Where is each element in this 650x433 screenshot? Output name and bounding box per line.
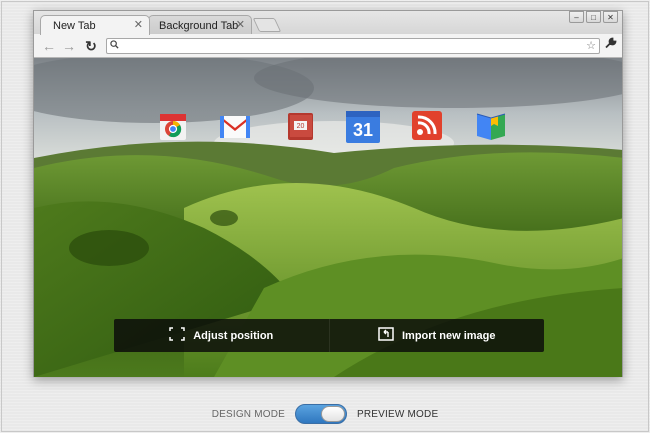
reload-button[interactable]: ↻ — [82, 37, 100, 55]
omnibox-input[interactable]: ☆ — [106, 38, 600, 54]
minimize-button[interactable]: – — [569, 11, 584, 23]
toolbar: ← → ↻ ☆ — [34, 34, 622, 58]
search-icon — [110, 40, 119, 52]
tab-label: New Tab — [53, 19, 96, 32]
window-controls: – □ ✕ — [569, 11, 618, 23]
adjust-position-button[interactable]: Adjust position — [114, 319, 329, 352]
app-calendar-book-icon[interactable]: 20 — [284, 108, 318, 142]
new-tab-page: 20 31 Adjust position Import new image — [34, 58, 622, 377]
tab-close-icon[interactable]: ✕ — [134, 19, 143, 31]
close-button[interactable]: ✕ — [603, 11, 618, 23]
app-google-books-icon[interactable] — [474, 108, 508, 142]
toggle-knob[interactable] — [321, 406, 346, 422]
background-action-bar: Adjust position Import new image — [114, 319, 544, 352]
crop-icon — [169, 327, 185, 344]
mode-switcher: DESIGN MODE PREVIEW MODE — [0, 402, 650, 426]
forward-button[interactable]: → — [60, 37, 78, 55]
import-new-image-label: Import new image — [401, 329, 496, 342]
app-rss-reader-icon[interactable] — [410, 108, 444, 142]
star-icon[interactable]: ☆ — [586, 39, 596, 52]
design-mode-label[interactable]: DESIGN MODE — [212, 409, 285, 420]
maximize-button[interactable]: □ — [586, 11, 601, 23]
calendar-day-label: 31 — [353, 120, 373, 140]
import-new-image-button[interactable]: Import new image — [328, 319, 545, 352]
app-chrome-web-store-icon[interactable] — [156, 108, 190, 142]
back-button[interactable]: ← — [40, 37, 58, 55]
tab-background-tab[interactable]: Background Tab ✕ — [148, 15, 252, 35]
mode-toggle[interactable] — [295, 404, 348, 424]
import-icon — [378, 327, 394, 344]
new-tab-button[interactable] — [252, 18, 282, 32]
app-google-calendar-icon[interactable]: 31 — [344, 108, 380, 143]
tab-close-icon[interactable]: ✕ — [236, 19, 245, 31]
calendar-book-label: 20 — [297, 123, 305, 130]
apps-row: 20 31 — [34, 108, 622, 143]
app-gmail-icon[interactable] — [218, 108, 252, 142]
browser-window: New Tab ✕ Background Tab ✕ – □ ✕ ← → ↻ ☆ — [33, 10, 623, 377]
tab-new-tab[interactable]: New Tab ✕ — [40, 15, 150, 35]
adjust-position-label: Adjust position — [193, 329, 274, 342]
wrench-icon[interactable] — [605, 37, 617, 52]
title-bar: New Tab ✕ Background Tab ✕ – □ ✕ — [34, 11, 622, 35]
preview-mode-label[interactable]: PREVIEW MODE — [357, 409, 438, 420]
tab-label: Background Tab — [159, 19, 239, 32]
